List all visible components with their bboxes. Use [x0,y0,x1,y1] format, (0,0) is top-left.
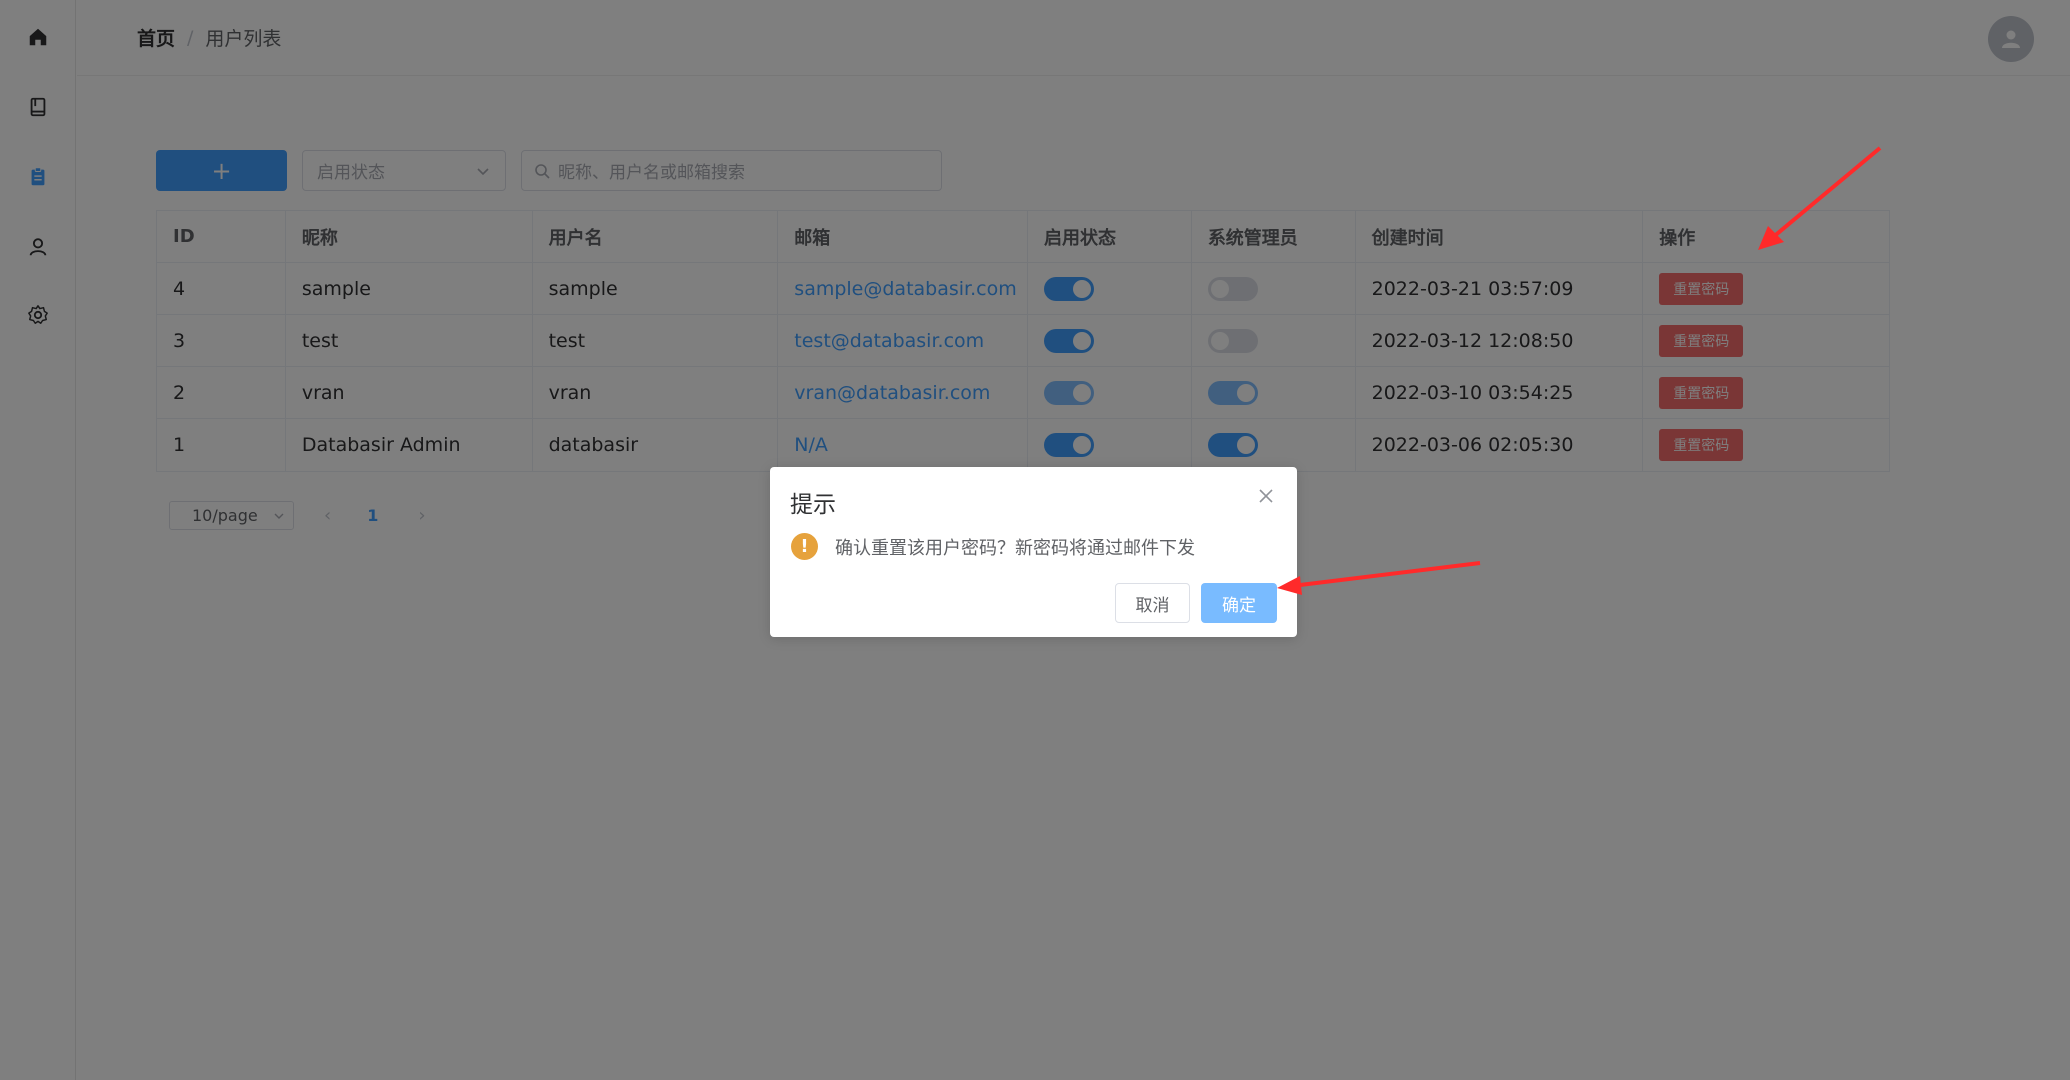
confirm-dialog: 提示 ! 确认重置该用户密码？新密码将通过邮件下发 取消 确定 [770,467,1297,637]
dialog-title: 提示 [790,492,836,518]
dialog-body: ! 确认重置该用户密码？新密码将通过邮件下发 [791,533,1195,560]
cancel-button[interactable]: 取消 [1115,583,1190,623]
warning-icon: ! [791,533,818,560]
close-icon[interactable] [1257,487,1275,505]
dialog-message: 确认重置该用户密码？新密码将通过邮件下发 [835,537,1195,559]
confirm-button[interactable]: 确定 [1201,583,1277,623]
